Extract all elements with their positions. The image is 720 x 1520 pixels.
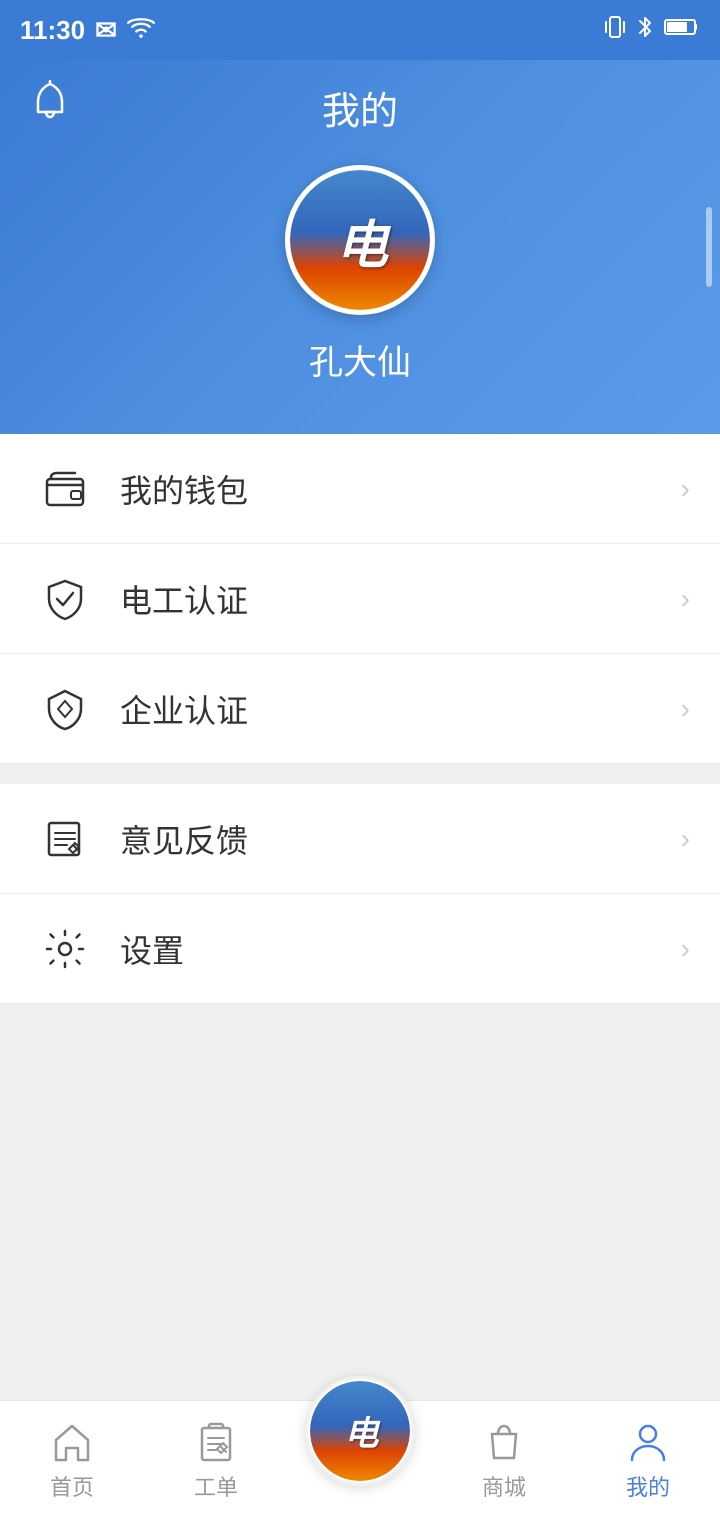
- nav-item-shop[interactable]: 商城: [432, 1401, 576, 1520]
- home-label: 首页: [50, 1470, 94, 1502]
- avatar[interactable]: 电: [285, 165, 435, 315]
- scroll-indicator: [706, 207, 712, 287]
- shield-check-icon: [40, 574, 90, 624]
- menu-item-wallet[interactable]: 我的钱包 ›: [0, 434, 720, 544]
- bottom-nav: 首页 工单 电 商城 我的: [0, 1400, 720, 1520]
- wifi-icon: [127, 15, 155, 46]
- wallet-label: 我的钱包: [120, 466, 248, 512]
- clipboard-icon: [194, 1420, 238, 1464]
- settings-icon: [40, 924, 90, 974]
- menu-section-2: 意见反馈 › 设置 ›: [0, 784, 720, 1004]
- shopping-bag-icon: [482, 1420, 526, 1464]
- edit-icon: [40, 814, 90, 864]
- electrician-cert-label: 电工认证: [120, 576, 248, 622]
- mine-label: 我的: [626, 1470, 670, 1502]
- nav-item-orders[interactable]: 工单: [144, 1401, 288, 1520]
- bell-icon[interactable]: [30, 80, 70, 132]
- shop-label: 商城: [482, 1470, 526, 1502]
- electrician-cert-arrow: ›: [681, 583, 690, 615]
- settings-arrow: ›: [681, 933, 690, 965]
- bluetooth-icon: [636, 14, 654, 46]
- enterprise-cert-label: 企业认证: [120, 686, 248, 732]
- page-title: 我的: [322, 80, 398, 135]
- section-divider-1: [0, 764, 720, 784]
- message-icon: ✉: [95, 15, 117, 46]
- feedback-arrow: ›: [681, 823, 690, 855]
- wallet-arrow: ›: [681, 473, 690, 505]
- status-time: 11:30: [20, 15, 85, 46]
- menu-section: 我的钱包 › 电工认证 › 企业认证 ›: [0, 434, 720, 764]
- vibrate-icon: [604, 14, 626, 46]
- menu-item-electrician-cert[interactable]: 电工认证 ›: [0, 544, 720, 654]
- home-icon: [50, 1420, 94, 1464]
- menu-item-enterprise-cert[interactable]: 企业认证 ›: [0, 654, 720, 764]
- status-right: [604, 14, 700, 46]
- wallet-icon: [40, 464, 90, 514]
- nav-item-mine[interactable]: 我的: [576, 1401, 720, 1520]
- gray-spacer: [0, 1004, 720, 1400]
- status-bar: 11:30 ✉: [0, 0, 720, 60]
- battery-icon: [664, 17, 700, 43]
- nav-item-home[interactable]: 首页: [0, 1401, 144, 1520]
- orders-label: 工单: [194, 1470, 238, 1502]
- user-icon: [626, 1420, 670, 1464]
- nav-item-center[interactable]: 电: [288, 1371, 432, 1490]
- profile-header: 我的 电 孔大仙: [0, 60, 720, 434]
- menu-item-feedback[interactable]: 意见反馈 ›: [0, 784, 720, 894]
- menu-item-settings[interactable]: 设置 ›: [0, 894, 720, 1004]
- feedback-label: 意见反馈: [120, 816, 248, 862]
- username: 孔大仙: [309, 335, 411, 384]
- settings-label: 设置: [120, 926, 184, 972]
- diamond-shield-icon: [40, 684, 90, 734]
- status-left: 11:30 ✉: [20, 15, 155, 46]
- center-logo-button[interactable]: 电: [305, 1376, 415, 1486]
- enterprise-cert-arrow: ›: [681, 693, 690, 725]
